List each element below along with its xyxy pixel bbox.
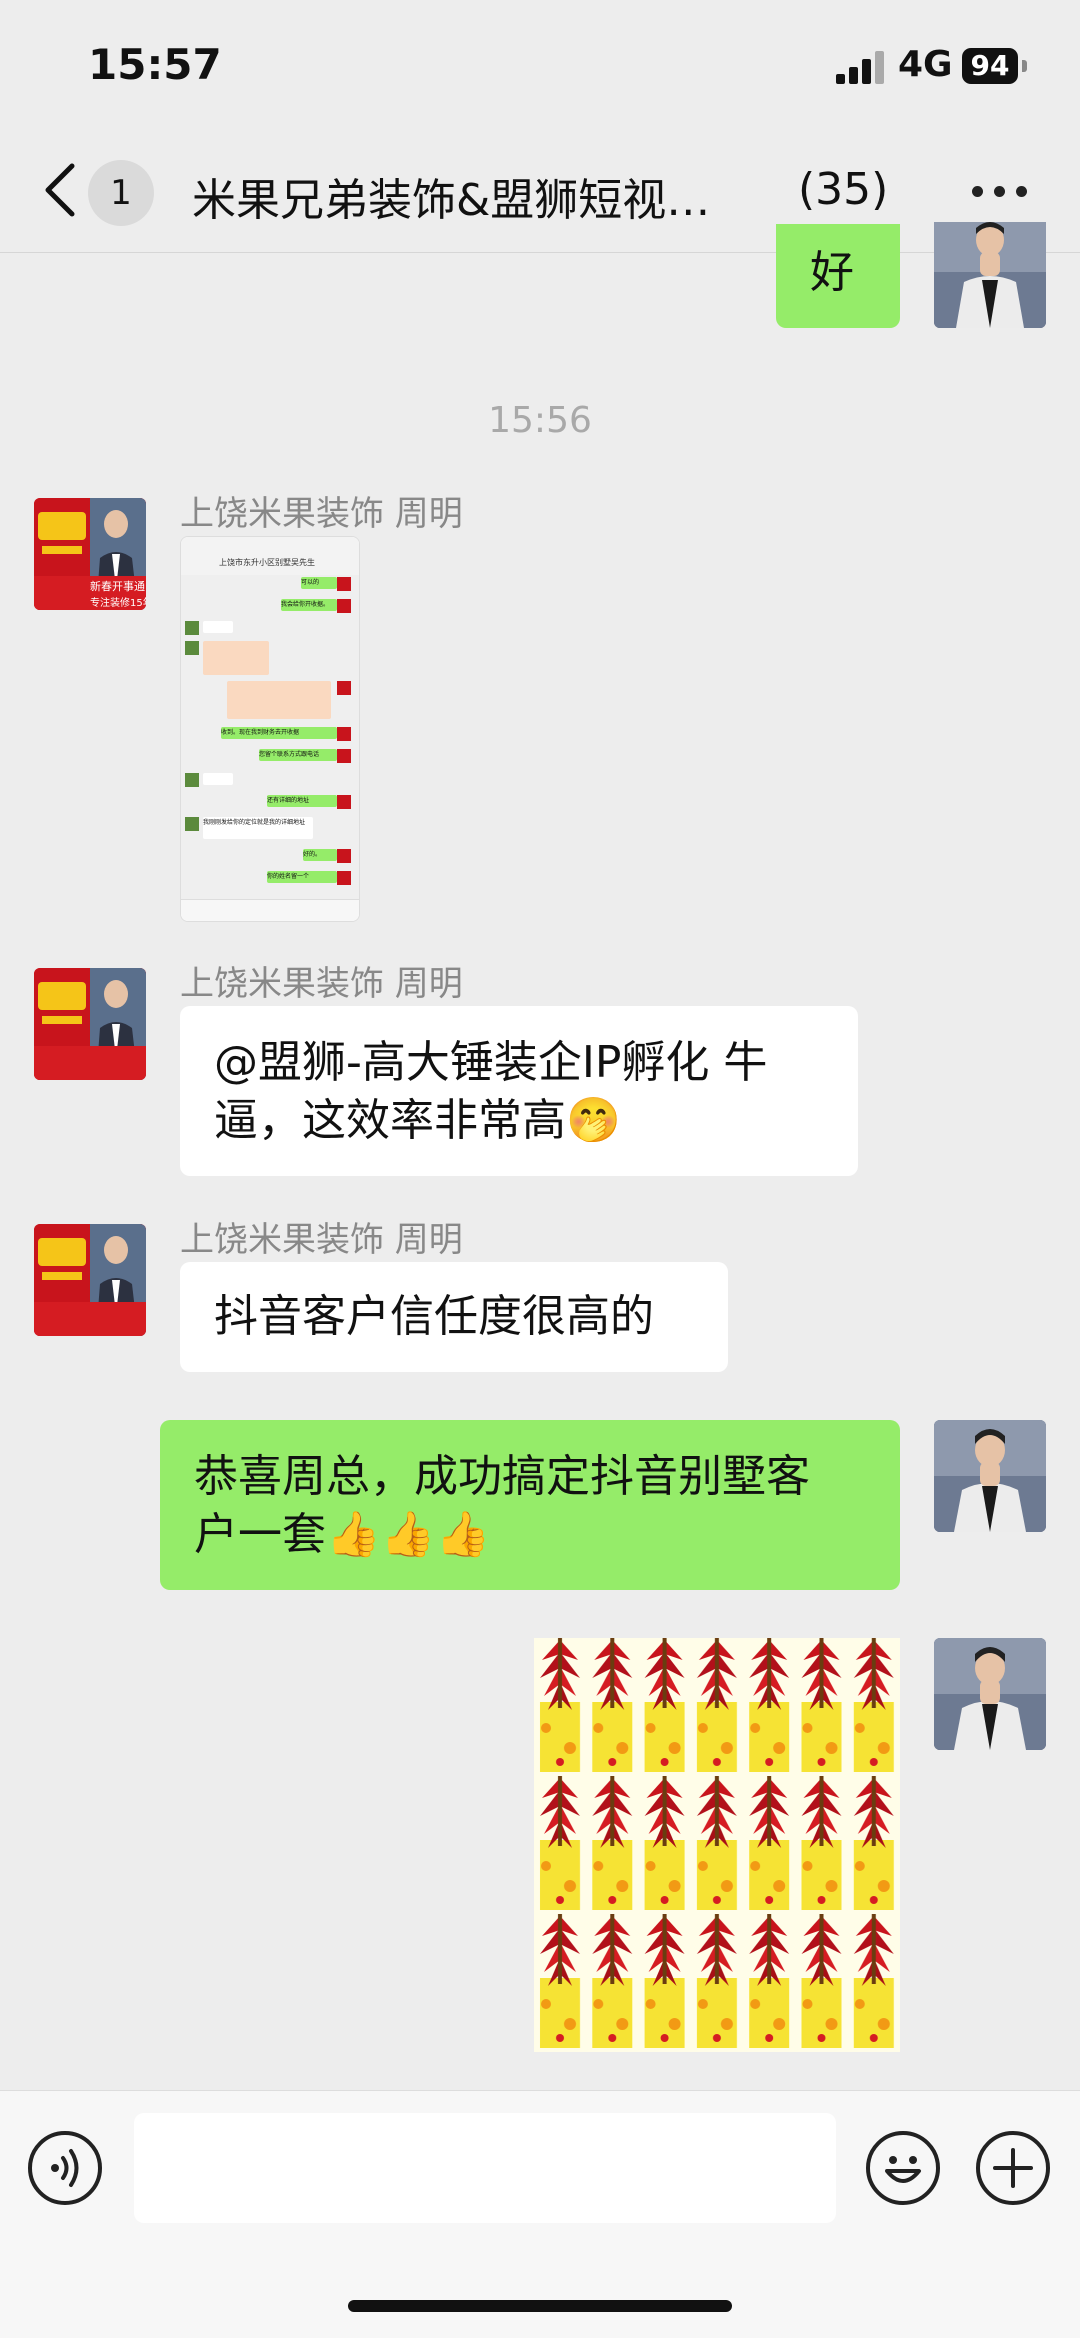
- avatar-sender[interactable]: [34, 968, 146, 1080]
- avatar-self[interactable]: [934, 1420, 1046, 1532]
- message-bubble-outgoing[interactable]: 恭喜周总，成功搞定抖音别墅客 户一套👍👍👍: [160, 1420, 900, 1590]
- thumb-title: 上饶市东升小区别墅吴先生: [219, 558, 315, 567]
- message-text-line: 户一套👍👍👍: [194, 1509, 491, 1560]
- avatar-badge-line1: 新春开事通: [90, 580, 145, 593]
- more-options-icon[interactable]: [972, 186, 1028, 198]
- thumb-row: 您留个联系方式跟电话: [259, 749, 337, 761]
- avatar-sender[interactable]: [34, 1224, 146, 1336]
- home-indicator: [348, 2300, 732, 2312]
- member-count: (35): [798, 164, 889, 215]
- thumb-avatar: [185, 817, 199, 831]
- thumb-avatar: [185, 621, 199, 635]
- battery-icon: 94: [962, 48, 1018, 84]
- sender-name: 上饶米果装饰 周明: [180, 494, 463, 534]
- message-text-line: @盟狮-高大锤装企IP孵化 牛: [214, 1037, 768, 1088]
- sticker-firecrackers[interactable]: [534, 1638, 900, 2052]
- thumb-row: 我会给你开收据。: [281, 599, 337, 611]
- thumb-avatar: [337, 749, 351, 763]
- thumb-row: 可以的: [301, 577, 337, 589]
- thumb-row: 好的。: [303, 849, 337, 861]
- chat-header: 1 米果兄弟装饰&盟狮短视… (35): [0, 130, 1080, 253]
- thumb-avatar: [337, 577, 351, 591]
- signal-icon: [836, 50, 886, 84]
- thumb-row: 我刚刚发给你的定位就是我的详细地址: [203, 817, 313, 839]
- thumb-header: [181, 537, 359, 575]
- back-chevron-icon[interactable]: [38, 158, 82, 222]
- thumb-row: 你的姓名留一个: [267, 871, 337, 883]
- avatar-sender[interactable]: 新春开事通 专注装修15年: [34, 498, 146, 610]
- message-image-screenshot[interactable]: 上饶市东升小区别墅吴先生 可以的 我会给你开收据。 收到。现在我到财务去开收据 …: [180, 536, 360, 922]
- message-input[interactable]: [134, 2113, 836, 2223]
- message-text: 好: [810, 247, 854, 298]
- thumb-avatar: [337, 849, 351, 863]
- sender-avatar-image-icon: [34, 1224, 146, 1336]
- thumb-input-bar: [181, 899, 359, 921]
- person-icon: [934, 1638, 1046, 1750]
- avatar-self[interactable]: [934, 222, 1046, 328]
- thumb-transfer: [227, 681, 331, 719]
- status-bar: 15:57 4G 94: [0, 0, 1080, 130]
- message-timestamp: 15:56: [488, 400, 592, 441]
- sender-name: 上饶米果装饰 周明: [180, 964, 463, 1004]
- avatar-self[interactable]: [934, 1638, 1046, 1750]
- message-bubble-outgoing[interactable]: 好: [776, 224, 900, 328]
- voice-input-button[interactable]: [28, 2131, 102, 2205]
- person-icon: [934, 222, 1046, 328]
- thumb-avatar: [337, 681, 351, 695]
- message-text-line: 逼，这效率非常高🤭: [214, 1095, 621, 1146]
- emoji-icon: [885, 2156, 921, 2183]
- thumb-row: 还有详细的地址: [267, 795, 337, 807]
- thumb-transfer: [203, 641, 269, 675]
- unread-count-badge[interactable]: 1: [88, 160, 154, 226]
- sender-avatar-image-icon: [34, 968, 146, 1080]
- firecracker-sticker-icon: [534, 1638, 900, 2052]
- network-type: 4G: [898, 44, 953, 85]
- person-icon: [934, 1420, 1046, 1532]
- emoji-button[interactable]: [866, 2131, 940, 2205]
- message-text: 抖音客户信任度很高的: [214, 1291, 654, 1342]
- thumb-voice: [203, 621, 233, 633]
- sender-name: 上饶米果装饰 周明: [180, 1220, 463, 1260]
- thumb-avatar: [185, 641, 199, 655]
- avatar-badge-line2: 专注装修15年: [90, 598, 146, 609]
- voice-icon: [51, 2149, 79, 2187]
- thumb-avatar: [337, 871, 351, 885]
- thumb-voice: [203, 773, 233, 785]
- chat-title[interactable]: 米果兄弟装饰&盟狮短视…: [192, 164, 772, 228]
- thumb-avatar: [337, 727, 351, 741]
- message-text-line: 恭喜周总，成功搞定抖音别墅客: [194, 1451, 810, 1502]
- clock: 15:57: [88, 40, 222, 89]
- message-bubble-incoming[interactable]: 抖音客户信任度很高的: [180, 1262, 728, 1372]
- battery-tip: [1022, 60, 1027, 72]
- thumb-avatar: [185, 773, 199, 787]
- thumb-avatar: [337, 795, 351, 809]
- plus-icon: [993, 2148, 1033, 2188]
- message-bubble-incoming[interactable]: @盟狮-高大锤装企IP孵化 牛 逼，这效率非常高🤭: [180, 1006, 858, 1176]
- more-functions-button[interactable]: [976, 2131, 1050, 2205]
- thumb-avatar: [337, 599, 351, 613]
- thumb-row: 收到。现在我到财务去开收据: [221, 727, 337, 739]
